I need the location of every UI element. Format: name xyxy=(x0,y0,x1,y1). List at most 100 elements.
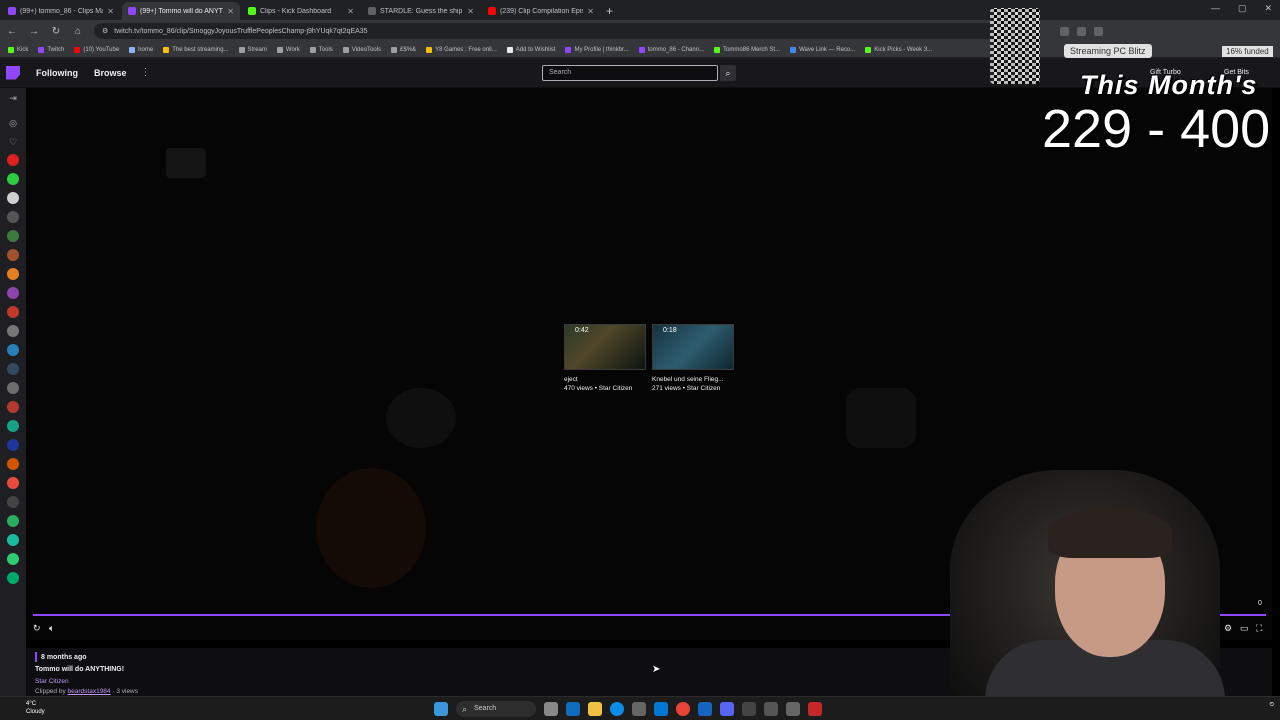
edge-icon[interactable] xyxy=(610,702,624,716)
chrome-icon[interactable] xyxy=(676,702,690,716)
extension-icon[interactable] xyxy=(1060,26,1069,36)
file-explorer-icon[interactable] xyxy=(588,702,602,716)
browser-tab-active[interactable]: (99+) Tommo will do ANYTHIN ✕ xyxy=(122,2,240,20)
channel-avatar[interactable] xyxy=(7,211,19,223)
recommended-clip-card[interactable]: 0:18 Knebel und seine Flieg... 271 views… xyxy=(652,324,734,392)
app-icon[interactable] xyxy=(698,702,712,716)
bookmark[interactable]: home xyxy=(129,46,153,53)
search-icon[interactable]: ⌕ xyxy=(720,65,736,81)
replay-icon[interactable]: ↻ xyxy=(33,623,41,634)
bookmark[interactable]: Y8 Games : Free onli... xyxy=(426,46,497,53)
bookmark-folder[interactable]: £$%& xyxy=(391,46,416,53)
channel-avatar[interactable] xyxy=(7,287,19,299)
channel-avatar[interactable] xyxy=(7,173,19,185)
twitch-logo-icon[interactable] xyxy=(6,65,20,80)
nav-browse[interactable]: Browse xyxy=(94,68,127,78)
channel-avatar[interactable] xyxy=(7,249,19,261)
browser-tab[interactable]: (239) Clip Compilation Episod ✕ xyxy=(482,2,600,20)
extension-icon[interactable] xyxy=(1094,26,1103,36)
app-icon[interactable] xyxy=(786,702,800,716)
heart-icon[interactable]: ♡ xyxy=(7,136,19,148)
forward-icon[interactable]: → xyxy=(28,26,40,37)
task-view-icon[interactable] xyxy=(544,702,558,716)
channel-avatar[interactable] xyxy=(7,382,19,394)
bookmark[interactable]: Wave Link — Reco... xyxy=(790,46,855,53)
bookmark-folder[interactable]: Tools xyxy=(309,46,333,53)
bookmark[interactable]: My Profile | thinkbr... xyxy=(565,46,629,53)
theatre-mode-icon[interactable]: ▭ xyxy=(1240,623,1249,634)
channel-avatar[interactable] xyxy=(7,363,19,375)
close-window-icon[interactable]: ✕ xyxy=(1264,3,1272,14)
bookmark[interactable]: tommo_86 - Chann... xyxy=(638,46,704,53)
close-tab-icon[interactable]: ✕ xyxy=(347,7,354,16)
channel-avatar[interactable] xyxy=(7,477,19,489)
reload-icon[interactable]: ↻ xyxy=(50,26,62,37)
widgets-icon[interactable] xyxy=(566,702,580,716)
taskbar-search[interactable]: Search xyxy=(456,701,536,717)
close-tab-icon[interactable]: ✕ xyxy=(227,7,234,16)
windows-start-icon[interactable] xyxy=(434,702,448,716)
address-bar[interactable]: ⚙ twitch.tv/tommo_86/clip/SmoggyJoyousTr… xyxy=(94,23,1034,39)
store-icon[interactable] xyxy=(632,702,646,716)
more-options-icon[interactable]: ⋮ xyxy=(141,67,151,78)
bookmark[interactable]: Kick xyxy=(8,46,28,53)
channel-avatar[interactable] xyxy=(7,154,19,166)
site-info-icon[interactable]: ⚙ xyxy=(102,27,108,35)
browser-tab[interactable]: STARDLE: Guess the ship! ✕ xyxy=(362,2,480,20)
browser-tab[interactable]: (99+) tommo_86 - Clips Mana✕ xyxy=(2,2,120,20)
channel-avatar[interactable] xyxy=(7,401,19,413)
nav-following[interactable]: Following xyxy=(36,68,78,78)
bookmark[interactable]: (10) YouTube xyxy=(74,46,119,53)
new-tab-icon[interactable]: + xyxy=(606,2,613,20)
clip-thumbnail[interactable]: 0:42 xyxy=(564,324,646,370)
game-link[interactable]: Star Citizen xyxy=(35,678,69,685)
bookmark-folder[interactable]: Stream xyxy=(238,46,267,53)
channel-avatar[interactable] xyxy=(7,439,19,451)
clipper-link[interactable]: beardstax1984 xyxy=(68,688,111,695)
bookmark-folder[interactable]: VideoTools xyxy=(342,46,381,53)
bookmark[interactable]: The best streaming... xyxy=(163,46,229,53)
channel-avatar[interactable] xyxy=(7,268,19,280)
channel-avatar[interactable] xyxy=(7,553,19,565)
channel-avatar[interactable] xyxy=(7,230,19,242)
maximize-icon[interactable]: ▢ xyxy=(1238,3,1247,14)
clip-title[interactable]: eject xyxy=(564,376,646,383)
close-tab-icon[interactable]: ✕ xyxy=(467,7,474,16)
fullscreen-icon[interactable]: ⛶ xyxy=(1256,623,1262,634)
volume-icon[interactable]: 🔈︎ xyxy=(49,623,54,634)
browser-tab[interactable]: Clips - Kick Dashboard ✕ xyxy=(242,2,360,20)
clip-thumbnail[interactable]: 0:18 xyxy=(652,324,734,370)
channel-avatar[interactable] xyxy=(7,458,19,470)
close-tab-icon[interactable]: ✕ xyxy=(107,7,114,16)
following-icon[interactable]: ◎ xyxy=(7,117,19,129)
clip-title[interactable]: Knebel und seine Flieg... xyxy=(652,376,734,383)
system-tray[interactable]: ⏲ xyxy=(1269,702,1274,709)
app-icon[interactable] xyxy=(764,702,778,716)
app-icon[interactable] xyxy=(808,702,822,716)
weather-widget[interactable]: 4°C Cloudy xyxy=(26,700,45,716)
channel-avatar[interactable] xyxy=(7,572,19,584)
channel-avatar[interactable] xyxy=(7,420,19,432)
bookmark[interactable]: Kick Picks - Week 3... xyxy=(865,46,932,53)
back-icon[interactable]: ← xyxy=(6,26,18,37)
channel-avatar[interactable] xyxy=(7,344,19,356)
app-icon[interactable] xyxy=(742,702,756,716)
bookmark-folder[interactable]: Work xyxy=(276,46,300,53)
channel-avatar[interactable] xyxy=(7,325,19,337)
channel-avatar[interactable] xyxy=(7,534,19,546)
close-tab-icon[interactable]: ✕ xyxy=(587,7,594,16)
bookmark[interactable]: Tommo86 Merch St... xyxy=(714,46,780,53)
channel-avatar[interactable] xyxy=(7,515,19,527)
minimize-icon[interactable]: — xyxy=(1211,3,1220,14)
channel-avatar[interactable] xyxy=(7,306,19,318)
discord-icon[interactable] xyxy=(720,702,734,716)
home-icon[interactable]: ⌂ xyxy=(72,26,84,37)
bookmark[interactable]: Twitch xyxy=(38,46,64,53)
bookmark[interactable]: Add to Wishlist xyxy=(506,46,555,53)
mail-icon[interactable] xyxy=(654,702,668,716)
expand-sidebar-icon[interactable]: ⇥ xyxy=(7,92,19,104)
channel-avatar[interactable] xyxy=(7,192,19,204)
channel-avatar[interactable] xyxy=(7,496,19,508)
settings-gear-icon[interactable]: ⚙ xyxy=(1224,623,1232,634)
recommended-clip-card[interactable]: 0:42 eject 470 views • Star Citizen xyxy=(564,324,646,392)
